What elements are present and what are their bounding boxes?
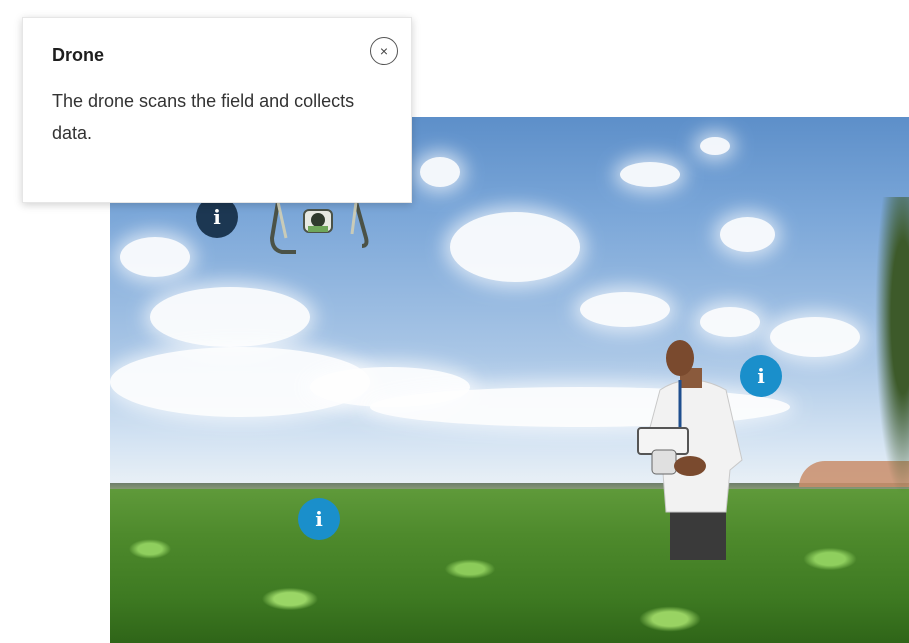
cloud <box>620 162 680 187</box>
cloud <box>700 307 760 337</box>
popover-title: Drone <box>52 45 105 65</box>
info-icon: i <box>315 507 323 531</box>
close-button[interactable]: × <box>370 37 398 65</box>
cloud <box>420 157 460 187</box>
cloud <box>120 237 190 277</box>
drone-image <box>269 201 369 254</box>
cloud <box>580 292 670 327</box>
info-icon: i <box>757 364 765 388</box>
farmer-with-controller <box>637 340 743 560</box>
hotspot-person[interactable]: i <box>740 355 782 397</box>
info-popover: Drone The drone scans the field and coll… <box>22 17 412 203</box>
tree <box>875 197 909 497</box>
cloud <box>720 217 775 252</box>
cloud <box>450 212 580 282</box>
cloud <box>150 287 310 347</box>
soybean-field <box>110 489 909 643</box>
popover-body: The drone scans the field and collects d… <box>52 91 355 143</box>
close-icon: × <box>379 43 389 59</box>
cloud <box>770 317 860 357</box>
hotspot-field[interactable]: i <box>298 498 340 540</box>
cloud <box>700 137 730 155</box>
info-icon: i <box>213 205 221 229</box>
